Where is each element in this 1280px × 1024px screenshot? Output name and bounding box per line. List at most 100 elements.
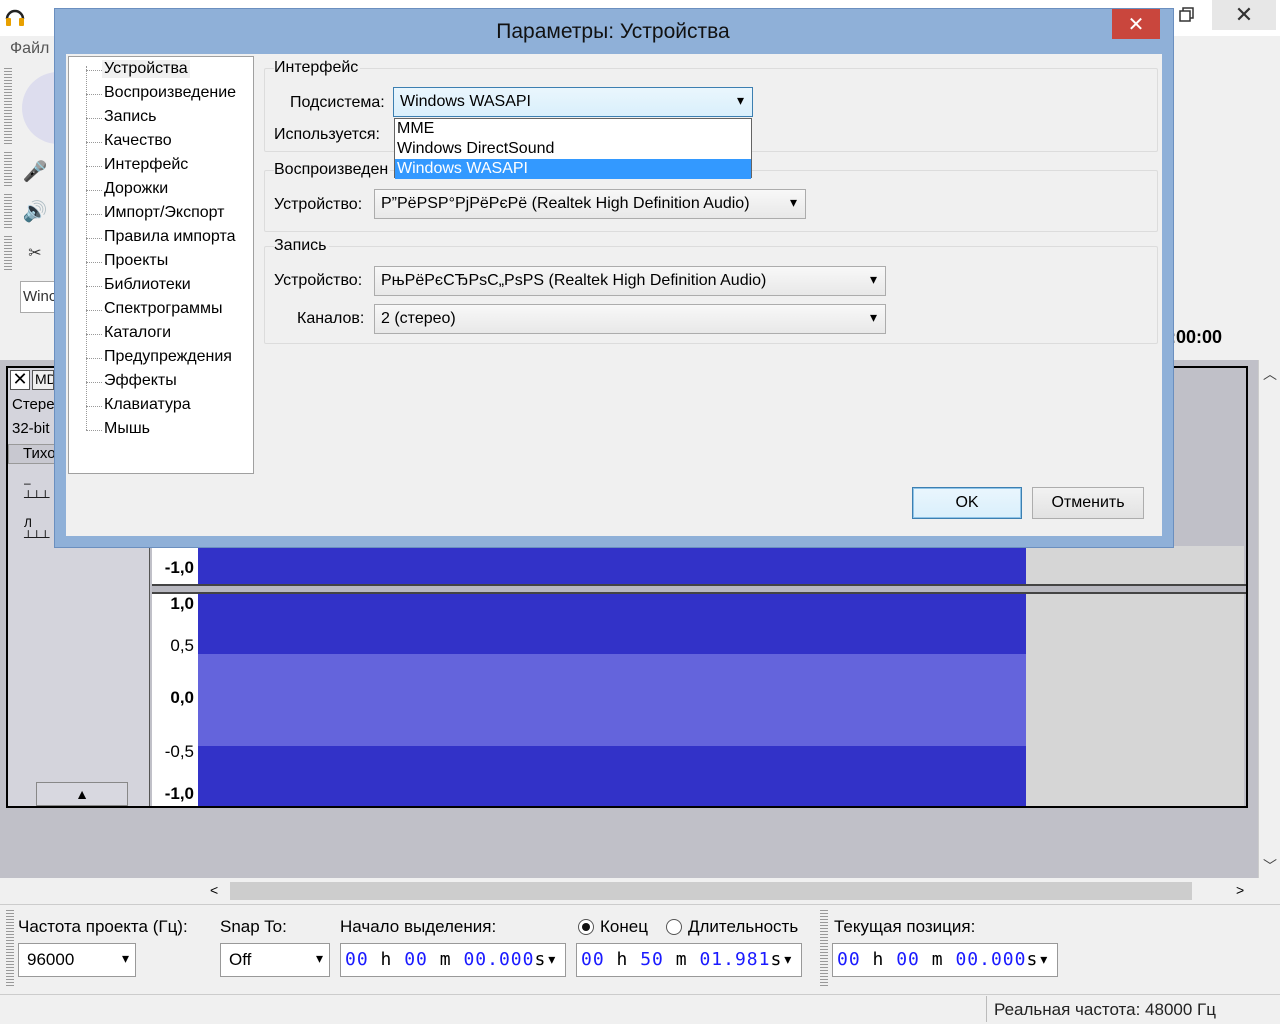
tree-item-interface[interactable]: Интерфейс	[104, 156, 188, 174]
vertical-scrollbar[interactable]: ︿ ﹀	[1258, 360, 1280, 878]
tree-item-devices[interactable]: Устройства	[102, 60, 190, 78]
waveform-right-channel[interactable]	[198, 594, 1026, 806]
playback-device-label: Устройство:	[274, 196, 363, 213]
host-option-mme[interactable]: MME	[395, 119, 751, 139]
chevron-down-icon[interactable]: ▾	[782, 949, 794, 970]
scroll-down-icon[interactable]: ﹀	[1263, 856, 1277, 876]
scroll-left-icon[interactable]: <	[210, 882, 218, 898]
close-icon: ✕	[12, 369, 28, 389]
toolbar-grip[interactable]	[4, 152, 12, 188]
snap-to-combo[interactable]: Off ▾	[220, 943, 330, 977]
channels-value: 2 (стерео)	[381, 310, 456, 327]
hours-value: 00	[581, 949, 605, 970]
main-close-button[interactable]: ✕	[1212, 0, 1276, 30]
horizontal-scroll-thumb[interactable]	[230, 882, 1192, 900]
tree-item-keyboard[interactable]: Клавиатура	[104, 396, 191, 414]
vruler-tick: 0,0	[170, 688, 194, 707]
tree-item-mouse[interactable]: Мышь	[104, 420, 150, 438]
microphone-icon[interactable]: 🎤	[18, 154, 52, 188]
selection-end-time[interactable]: 00 h 50 m 01.981s▾	[576, 943, 802, 977]
waveform-left-channel[interactable]	[198, 546, 1026, 584]
actual-rate-status: Реальная частота: 48000 Гц	[994, 1000, 1216, 1019]
cancel-button[interactable]: Отменить	[1032, 487, 1144, 519]
tree-item-warnings[interactable]: Предупреждения	[104, 348, 232, 366]
chevron-down-icon: ▾	[869, 309, 877, 325]
using-label: Используется:	[274, 126, 380, 143]
toolbar-grip[interactable]	[4, 194, 12, 230]
host-dropdown-list[interactable]: MME Windows DirectSound Windows WASAPI	[394, 118, 752, 179]
tree-item-effects[interactable]: Эффекты	[104, 372, 177, 390]
scroll-right-icon[interactable]: >	[1236, 882, 1244, 898]
tree-item-directories[interactable]: Каталоги	[104, 324, 171, 342]
minutes-unit: m	[439, 949, 452, 970]
minutes-value: 00	[896, 949, 920, 970]
channels-label: Каналов:	[297, 310, 365, 327]
chevron-down-icon: ▾	[869, 271, 877, 287]
snap-to-label: Snap To:	[220, 917, 287, 936]
vruler-tick: 1,0	[170, 594, 194, 613]
chevron-down-icon[interactable]: ▾	[1038, 949, 1050, 970]
end-radio[interactable]	[578, 919, 594, 939]
host-option-directsound[interactable]: Windows DirectSound	[395, 139, 751, 159]
tree-connector	[86, 334, 102, 335]
project-rate-combo[interactable]: 96000 ▾	[18, 943, 136, 977]
tree-item-import-rules[interactable]: Правила импорта	[104, 228, 236, 246]
hours-value: 00	[837, 949, 861, 970]
vruler-tick: -0,5	[164, 742, 194, 761]
dialog-close-button[interactable]: ✕	[1112, 9, 1160, 39]
track-empty-area[interactable]	[1026, 594, 1244, 806]
tree-connector	[86, 430, 102, 431]
track-collapse-button[interactable]: ▲	[36, 782, 128, 806]
minutes-value: 00	[404, 949, 428, 970]
toolbar-grip[interactable]	[820, 910, 828, 986]
project-rate-value: 96000	[27, 950, 75, 969]
tree-item-quality[interactable]: Качество	[104, 132, 172, 150]
speaker-icon[interactable]: 🔊	[18, 194, 52, 228]
track-close-button[interactable]: ✕	[10, 370, 30, 390]
track-empty-area[interactable]	[1026, 546, 1244, 584]
menu-file[interactable]: Файл	[10, 40, 49, 58]
tree-item-libraries[interactable]: Библиотеки	[104, 276, 191, 294]
host-combo[interactable]: Windows WASAPI ▾	[393, 87, 753, 117]
headphones-icon	[4, 6, 26, 28]
tree-connector	[86, 94, 102, 95]
selection-start-time[interactable]: 00 h 00 m 00.000s▾	[340, 943, 566, 977]
toolbar-grip[interactable]	[4, 236, 12, 272]
hours-unit: h	[616, 949, 629, 970]
ok-button[interactable]: OK	[912, 487, 1022, 519]
restore-icon	[1179, 7, 1194, 22]
radio-selected	[578, 919, 594, 935]
length-radio-label: Длительность	[688, 917, 799, 936]
scroll-up-icon[interactable]: ︿	[1263, 364, 1277, 384]
host-option-wasapi[interactable]: Windows WASAPI	[395, 159, 751, 179]
channel-separator	[152, 584, 1246, 594]
tree-connector	[86, 382, 102, 383]
tree-item-recording[interactable]: Запись	[104, 108, 157, 126]
vruler-tick: -1,0	[164, 784, 194, 803]
tree-connector	[86, 358, 102, 359]
tree-item-tracks[interactable]: Дорожки	[104, 180, 168, 198]
playback-device-combo[interactable]: Р”РёРЅР°РјРёРєРё (Realtek High Definitio…	[374, 189, 806, 219]
length-radio[interactable]	[666, 919, 682, 939]
tree-item-playback[interactable]: Воспроизведение	[104, 84, 236, 102]
gain-slider[interactable]: – ┴┴┴	[24, 476, 50, 504]
chevron-down-icon[interactable]: ▾	[546, 949, 558, 970]
hours-unit: h	[872, 949, 885, 970]
channels-combo[interactable]: 2 (стерео) ▾	[374, 304, 886, 334]
audio-position-time[interactable]: 00 h 00 m 00.000s▾	[832, 943, 1058, 977]
project-rate-label: Частота проекта (Гц):	[18, 917, 188, 936]
tree-item-projects[interactable]: Проекты	[104, 252, 168, 270]
recording-device-combo[interactable]: РњРёРєСЂРѕС„РѕРЅ (Realtek High Definitio…	[374, 266, 886, 296]
hours-value: 00	[345, 949, 369, 970]
tree-item-import-export[interactable]: Импорт/Экспорт	[104, 204, 225, 222]
tree-item-spectrograms[interactable]: Спектрограммы	[104, 300, 223, 318]
track-mute-button[interactable]: Тихо	[8, 444, 58, 464]
toolbar-grip[interactable]	[4, 68, 12, 146]
tree-connector	[86, 286, 102, 287]
toolbar-grip[interactable]	[6, 910, 14, 986]
tree-connector	[86, 238, 102, 239]
pan-slider[interactable]: Л ┴┴┴	[24, 516, 50, 544]
scissors-icon[interactable]: ✂	[18, 236, 52, 270]
seconds-value: 01.981	[699, 949, 771, 970]
track-name-button[interactable]: MD	[32, 370, 54, 390]
